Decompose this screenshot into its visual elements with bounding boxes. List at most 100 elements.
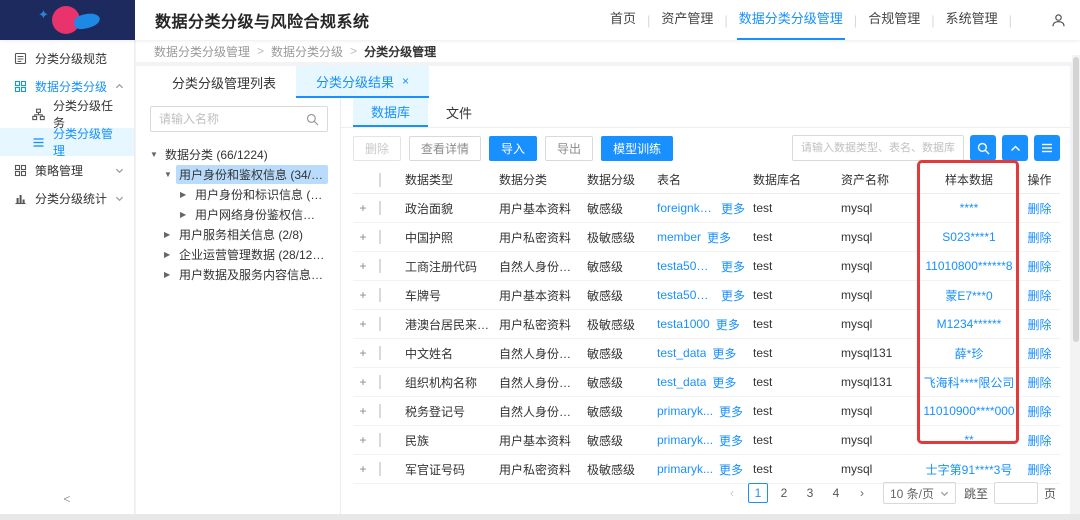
more-link[interactable]: 更多 bbox=[716, 316, 740, 333]
tree-node-3[interactable]: ▶用户身份和标识信息 (34/62) bbox=[150, 184, 328, 204]
row-checkbox[interactable] bbox=[379, 317, 405, 331]
toolbar-button-4[interactable]: 导出 bbox=[545, 136, 593, 161]
row-expander-icon[interactable]: + bbox=[353, 404, 379, 418]
toolbar-button-3[interactable]: 导入 bbox=[489, 136, 537, 161]
sidebar-item-4[interactable]: 分类分级统计 bbox=[0, 184, 134, 212]
top-nav-item-3[interactable]: 数据分类分级管理 bbox=[737, 0, 845, 40]
sidebar-collapse-button[interactable]: < bbox=[0, 492, 134, 506]
table-name-link[interactable]: primaryk... bbox=[657, 404, 713, 418]
caret-down-icon[interactable]: ▼ bbox=[164, 170, 176, 179]
row-checkbox[interactable] bbox=[379, 346, 405, 360]
row-checkbox[interactable] bbox=[379, 433, 405, 447]
pagination-page-2[interactable]: 2 bbox=[774, 483, 794, 503]
breadcrumb-item-2[interactable]: 数据分类分级 bbox=[271, 43, 343, 60]
tree-search-input[interactable] bbox=[159, 112, 306, 126]
delete-row-link[interactable]: 删除 bbox=[1019, 258, 1060, 275]
cell-sample-data[interactable]: M1234****** bbox=[919, 317, 1019, 331]
row-checkbox[interactable] bbox=[379, 404, 405, 418]
delete-row-link[interactable]: 删除 bbox=[1019, 432, 1060, 449]
cell-sample-data[interactable]: 飞海科****限公司 bbox=[919, 374, 1019, 391]
select-all-checkbox[interactable] bbox=[379, 173, 405, 187]
pagination-page-4[interactable]: 4 bbox=[826, 483, 846, 503]
sidebar-item-2[interactable]: 数据分类分级 bbox=[0, 72, 134, 100]
caret-right-icon[interactable]: ▶ bbox=[164, 230, 176, 239]
collapse-search-button[interactable] bbox=[1002, 135, 1028, 161]
table-name-link[interactable]: primaryk... bbox=[657, 433, 713, 447]
row-checkbox[interactable] bbox=[379, 375, 405, 389]
tree-node-5[interactable]: ▶用户服务相关信息 (2/8) bbox=[150, 224, 328, 244]
tree-node-1[interactable]: ▼数据分类 (66/1224) bbox=[150, 144, 328, 164]
tree-node-7[interactable]: ▶用户数据及服务内容信息 (2/8) bbox=[150, 264, 328, 284]
horizontal-scrollbar[interactable] bbox=[0, 514, 1080, 520]
more-link[interactable]: 更多 bbox=[719, 461, 743, 478]
jump-page-input[interactable] bbox=[994, 482, 1038, 504]
caret-right-icon[interactable]: ▶ bbox=[180, 210, 192, 219]
toolbar-button-1[interactable]: 删除 bbox=[353, 136, 401, 161]
row-expander-icon[interactable]: + bbox=[353, 433, 379, 447]
row-expander-icon[interactable]: + bbox=[353, 317, 379, 331]
cell-sample-data[interactable]: 蒙E7***0 bbox=[919, 287, 1019, 304]
caret-right-icon[interactable]: ▶ bbox=[164, 250, 176, 259]
cell-sample-data[interactable]: 11010900****000 bbox=[919, 404, 1019, 418]
table-name-link[interactable]: testa50000 bbox=[657, 259, 715, 273]
row-checkbox[interactable] bbox=[379, 288, 405, 302]
cell-sample-data[interactable]: **** bbox=[919, 201, 1019, 215]
sidebar-subitem-2-2[interactable]: 分类分级管理 bbox=[0, 128, 134, 156]
more-link[interactable]: 更多 bbox=[712, 374, 736, 391]
tree-node-6[interactable]: ▶企业运营管理数据 (28/1218) bbox=[150, 244, 328, 264]
page-tab-1[interactable]: 分类分级管理列表 bbox=[152, 66, 296, 98]
user-menu-button[interactable] bbox=[1051, 13, 1066, 28]
table-name-link[interactable]: primaryk... bbox=[657, 462, 713, 476]
table-name-link[interactable]: test_data bbox=[657, 346, 706, 360]
row-checkbox[interactable] bbox=[379, 259, 405, 273]
pagination-prev-button[interactable]: ‹ bbox=[722, 483, 742, 503]
more-link[interactable]: 更多 bbox=[721, 200, 745, 217]
search-icon[interactable] bbox=[306, 113, 319, 126]
table-search-input[interactable] bbox=[801, 142, 955, 154]
table-name-link[interactable]: test_data bbox=[657, 375, 706, 389]
page-tab-2[interactable]: 分类分级结果× bbox=[296, 66, 429, 98]
more-link[interactable]: 更多 bbox=[719, 432, 743, 449]
result-tab-2[interactable]: 文件 bbox=[428, 98, 490, 127]
search-button[interactable] bbox=[970, 135, 996, 161]
delete-row-link[interactable]: 删除 bbox=[1019, 461, 1060, 478]
table-name-link[interactable]: testa50000 bbox=[657, 288, 715, 302]
table-name-link[interactable]: testa1000 bbox=[657, 317, 710, 331]
top-nav-item-4[interactable]: 合规管理 bbox=[866, 0, 922, 40]
breadcrumb-item-1[interactable]: 数据分类分级管理 bbox=[154, 43, 250, 60]
delete-row-link[interactable]: 删除 bbox=[1019, 287, 1060, 304]
tree-node-2[interactable]: ▼用户身份和鉴权信息 (34/62) bbox=[150, 164, 328, 184]
row-expander-icon[interactable]: + bbox=[353, 288, 379, 302]
result-tab-1[interactable]: 数据库 bbox=[353, 98, 428, 127]
table-name-link[interactable]: member bbox=[657, 230, 701, 244]
top-nav-item-1[interactable]: 首页 bbox=[608, 0, 638, 40]
delete-row-link[interactable]: 删除 bbox=[1019, 345, 1060, 362]
cell-sample-data[interactable]: 11010800******8 bbox=[919, 259, 1019, 273]
sidebar-subitem-2-1[interactable]: 分类分级任务 bbox=[0, 100, 134, 128]
delete-row-link[interactable]: 删除 bbox=[1019, 229, 1060, 246]
toolbar-button-5[interactable]: 模型训练 bbox=[601, 136, 673, 161]
pagination-page-1[interactable]: 1 bbox=[748, 483, 768, 503]
delete-row-link[interactable]: 删除 bbox=[1019, 403, 1060, 420]
pagination-page-3[interactable]: 3 bbox=[800, 483, 820, 503]
sidebar-item-1[interactable]: 分类分级规范 bbox=[0, 44, 134, 72]
row-expander-icon[interactable]: + bbox=[353, 259, 379, 273]
caret-right-icon[interactable]: ▶ bbox=[164, 270, 176, 279]
row-expander-icon[interactable]: + bbox=[353, 230, 379, 244]
cell-sample-data[interactable]: 薛*珍 bbox=[919, 345, 1019, 362]
row-expander-icon[interactable]: + bbox=[353, 201, 379, 215]
vertical-scrollbar[interactable] bbox=[1072, 55, 1080, 514]
more-link[interactable]: 更多 bbox=[712, 345, 736, 362]
more-link[interactable]: 更多 bbox=[707, 229, 731, 246]
tab-close-icon[interactable]: × bbox=[402, 74, 409, 88]
caret-right-icon[interactable]: ▶ bbox=[180, 190, 192, 199]
row-expander-icon[interactable]: + bbox=[353, 375, 379, 389]
more-link[interactable]: 更多 bbox=[721, 287, 745, 304]
cell-sample-data[interactable]: 士字第91****3号 bbox=[919, 461, 1019, 478]
page-size-select[interactable]: 10 条/页 bbox=[883, 482, 956, 504]
row-expander-icon[interactable]: + bbox=[353, 346, 379, 360]
top-nav-item-5[interactable]: 系统管理 bbox=[944, 0, 1000, 40]
column-settings-button[interactable] bbox=[1034, 135, 1060, 161]
top-nav-item-2[interactable]: 资产管理 bbox=[659, 0, 715, 40]
delete-row-link[interactable]: 删除 bbox=[1019, 316, 1060, 333]
